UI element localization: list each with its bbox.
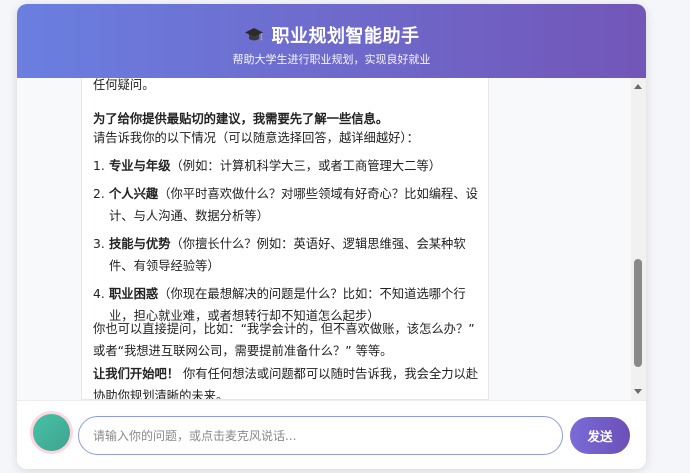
chat-window: 职业规划智能助手 帮助大学生进行职业规划，实现良好就业 任何疑问。 为了给你提供…	[17, 4, 646, 469]
header: 职业规划智能助手 帮助大学生进行职业规划，实现良好就业	[17, 4, 646, 78]
scroll-up-arrow-icon[interactable]	[634, 84, 642, 89]
message-input[interactable]	[78, 416, 563, 455]
chat-messages[interactable]: 任何疑问。 为了给你提供最贴切的建议，我需要先了解一些信息。 请告诉我你的以下情…	[17, 78, 646, 400]
input-bar: 发送	[17, 400, 646, 469]
page-subtitle: 帮助大学生进行职业规划，实现良好就业	[232, 53, 431, 66]
message-closing: 让我们开始吧！ 你有任何想法或问题都可以随时告诉我，我会全力以赴协助你规划清晰的…	[93, 367, 479, 400]
message-instructions: 请告诉我你的以下情况（可以随意选择回答，越详细越好）：	[93, 131, 419, 145]
chat-scrollbar[interactable]	[631, 78, 646, 400]
microphone-button[interactable]	[30, 411, 73, 454]
scrollbar-thumb[interactable]	[634, 259, 642, 367]
question-list: 1. 专业与年级（例如：计算机科学大三，或者工商管理大二等） 2. 个人兴趣（你…	[93, 157, 483, 335]
page: 职业规划智能助手 帮助大学生进行职业规划，实现良好就业 任何疑问。 为了给你提供…	[0, 0, 690, 473]
list-item: 1. 专业与年级（例如：计算机科学大三，或者工商管理大二等）	[93, 159, 442, 173]
message-line: 任何疑问。	[93, 78, 155, 92]
page-title: 职业规划智能助手	[271, 26, 420, 47]
assistant-message: 任何疑问。 为了给你提供最贴切的建议，我需要先了解一些信息。 请告诉我你的以下情…	[81, 78, 489, 400]
list-item: 3. 技能与优势（你擅长什么？例如：英语好、逻辑思维强、会某种软件、有领导经验等…	[93, 237, 466, 273]
message-intro: 为了给你提供最贴切的建议，我需要先了解一些信息。	[93, 112, 389, 126]
send-button[interactable]: 发送	[570, 417, 630, 454]
title-row: 职业规划智能助手	[17, 21, 646, 49]
list-item: 2. 个人兴趣（你平时喜欢做什么？对哪些领域有好奇心？比如编程、设计、与人沟通、…	[93, 187, 478, 223]
microphone-icon	[33, 414, 70, 451]
scroll-down-arrow-icon[interactable]	[634, 389, 642, 394]
message-examples: 你也可以直接提问，比如：“我学会计的，但不喜欢做账，该怎么办？” 或者“我想进互…	[93, 322, 475, 358]
graduation-cap-icon	[244, 26, 264, 44]
